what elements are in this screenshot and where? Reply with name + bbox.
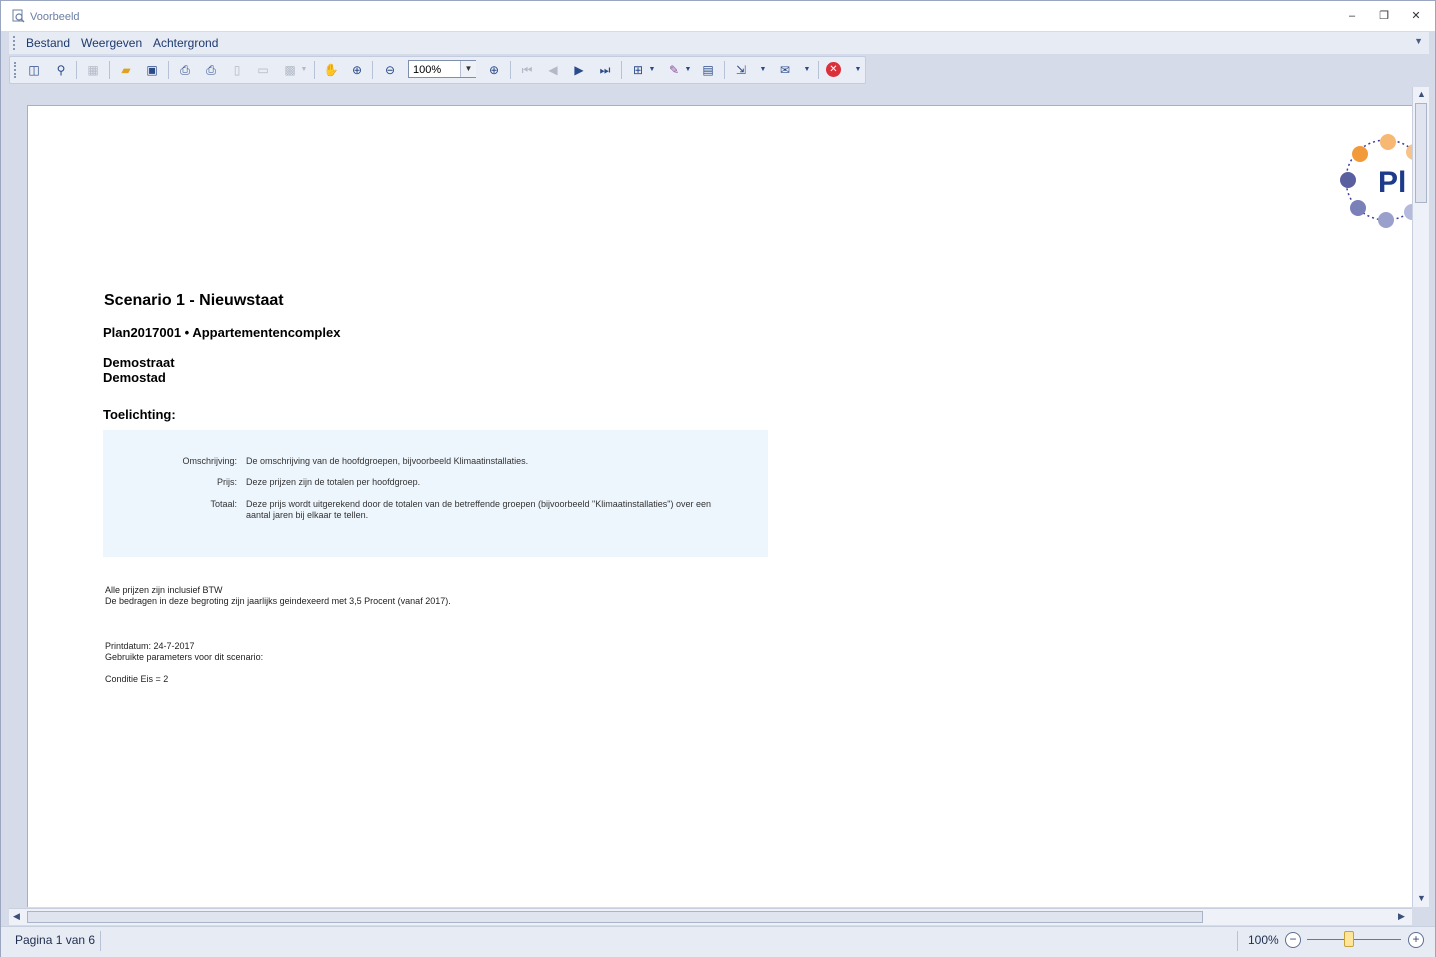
zoom-plus-icon[interactable]: + <box>1408 932 1424 948</box>
status-separator <box>1237 931 1238 951</box>
scroll-down-icon[interactable]: ▼ <box>1417 893 1426 903</box>
company-logo: Pl <box>1340 134 1412 228</box>
project-address: Demostraat Demostad <box>103 355 175 385</box>
toolbar-separator <box>109 61 110 79</box>
document-map-icon[interactable]: ◫ <box>26 62 42 78</box>
menu-grip[interactable] <box>13 36 18 50</box>
page-indicator: Pagina 1 van 6 <box>15 933 96 947</box>
previous-page-icon[interactable]: ◀ <box>545 62 561 78</box>
quick-print-icon[interactable]: ⎙ <box>203 62 219 78</box>
parameters-label: Gebruikte parameters voor dit scenario: <box>105 652 264 662</box>
explanation-value: De omschrijving van de hoofdgroepen, bij… <box>246 456 529 466</box>
document-page: Pl Scenario 1 - Nieuwstaat Plan2017001 •… <box>27 105 1412 907</box>
explanation-heading: Toelichting: <box>103 407 176 422</box>
open-folder-icon[interactable]: ▰ <box>118 62 134 78</box>
vertical-scroll-thumb[interactable] <box>1415 103 1427 203</box>
preview-toolbar: ◫ ⚲ ▦ ▰ ▣ ⎙ ⎙ ▯ ▭ ▩ ▼ ✋ ⊕ ⊖ 100% ▼ ⊕ ⏮ ◀… <box>9 56 866 84</box>
toolbar-separator <box>76 61 77 79</box>
toolbar-grip[interactable] <box>14 62 19 78</box>
save-icon[interactable]: ▣ <box>144 62 160 78</box>
close-preview-icon[interactable]: ✕ <box>826 62 841 77</box>
explanation-label: Omschrijving: <box>182 456 237 466</box>
zoom-slider-thumb[interactable] <box>1344 931 1355 947</box>
document-viewport[interactable]: Pl Scenario 1 - Nieuwstaat Plan2017001 •… <box>9 87 1412 907</box>
print-date: Printdatum: 24-7-2017 <box>105 641 195 651</box>
email-dropdown-icon[interactable]: ▼ <box>799 62 815 78</box>
zoom-out-icon[interactable]: ⊖ <box>382 62 398 78</box>
export-dropdown-icon[interactable]: ▼ <box>755 62 771 78</box>
restore-button[interactable]: ❐ <box>1375 9 1393 23</box>
menu-overflow-chevron-icon[interactable]: ▼ <box>1414 36 1423 46</box>
toolbar-separator <box>510 61 511 79</box>
horizontal-scrollbar[interactable]: ◀ ▶ <box>9 908 1412 925</box>
close-window-button[interactable]: ✕ <box>1407 9 1425 23</box>
page-setup-icon[interactable]: ▯ <box>229 62 245 78</box>
scale-dropdown-icon[interactable]: ▼ <box>296 62 312 78</box>
parameters-icon[interactable]: ▦ <box>85 62 101 78</box>
status-bar: Pagina 1 van 6 100% − + <box>1 926 1435 957</box>
zoom-in-icon[interactable]: ⊕ <box>486 62 502 78</box>
explanation-value: Deze prijs wordt uitgerekend door de tot… <box>246 499 712 520</box>
vat-note: Alle prijzen zijn inclusief BTW <box>105 585 223 595</box>
window-title: Voorbeeld <box>30 11 80 23</box>
explanation-label: Totaal: <box>210 499 237 509</box>
scroll-right-icon[interactable]: ▶ <box>1398 911 1405 922</box>
indexation-note: De bedragen in deze begroting zijn jaarl… <box>105 596 451 606</box>
minimize-button[interactable]: – <box>1343 9 1361 23</box>
toolbar-separator <box>372 61 373 79</box>
explanation-value: Deze prijzen zijn de totalen per hoofdgr… <box>246 477 421 487</box>
find-binoculars-icon[interactable]: ⚲ <box>53 62 69 78</box>
address-street: Demostraat <box>103 355 175 370</box>
status-separator <box>100 931 101 951</box>
zoom-minus-icon[interactable]: − <box>1285 932 1301 948</box>
first-page-icon[interactable]: ⏮ <box>519 62 535 78</box>
header-footer-icon[interactable]: ▭ <box>255 62 271 78</box>
vertical-scrollbar[interactable]: ▲ ▼ <box>1412 87 1429 907</box>
menu-weergeven[interactable]: Weergeven <box>81 36 142 50</box>
preview-app-icon <box>12 9 25 23</box>
background-color-dropdown-icon[interactable]: ▼ <box>680 62 696 78</box>
logo-text: Pl <box>1378 166 1406 199</box>
multiple-pages-dropdown-icon[interactable]: ▼ <box>644 62 660 78</box>
watermark-icon[interactable]: ▤ <box>700 62 716 78</box>
menu-bestand[interactable]: Bestand <box>26 36 70 50</box>
menu-bar: Bestand Weergeven Achtergrond ▼ <box>9 32 1429 54</box>
toolbar-options-dropdown-icon[interactable]: ▼ <box>850 62 866 78</box>
zoom-dropdown-icon[interactable]: ▼ <box>460 61 476 77</box>
toolbar-separator <box>818 61 819 79</box>
magnifier-icon[interactable]: ⊕ <box>349 62 365 78</box>
condition-parameter: Conditie Eis = 2 <box>105 674 169 684</box>
toolbar-separator <box>314 61 315 79</box>
explanation-label: Prijs: <box>217 477 237 487</box>
horizontal-scroll-thumb[interactable] <box>27 911 1203 923</box>
send-email-icon[interactable]: ✉ <box>777 62 793 78</box>
scroll-left-icon[interactable]: ◀ <box>13 911 20 922</box>
title-bar: Voorbeeld – ❐ ✕ <box>1 1 1435 31</box>
zoom-percentage: 100% <box>1248 933 1279 947</box>
scenario-title: Scenario 1 - Nieuwstaat <box>104 292 284 309</box>
preview-window: Voorbeeld – ❐ ✕ Bestand Weergeven Achter… <box>0 0 1436 957</box>
toolbar-separator <box>724 61 725 79</box>
toolbar-separator <box>168 61 169 79</box>
address-city: Demostad <box>103 370 166 385</box>
menu-achtergrond[interactable]: Achtergrond <box>153 36 218 50</box>
print-icon[interactable]: ⎙ <box>177 62 193 78</box>
toolbar-separator <box>621 61 622 79</box>
hand-tool-icon[interactable]: ✋ <box>323 62 339 78</box>
explanation-box: Omschrijving: De omschrijving van de hoo… <box>103 430 768 557</box>
next-page-icon[interactable]: ▶ <box>571 62 587 78</box>
scroll-up-icon[interactable]: ▲ <box>1417 89 1426 99</box>
last-page-icon[interactable]: ⏭ <box>597 62 613 78</box>
export-document-icon[interactable]: ⇲ <box>733 62 749 78</box>
project-title: Plan2017001 • Appartementencomplex <box>103 325 341 340</box>
